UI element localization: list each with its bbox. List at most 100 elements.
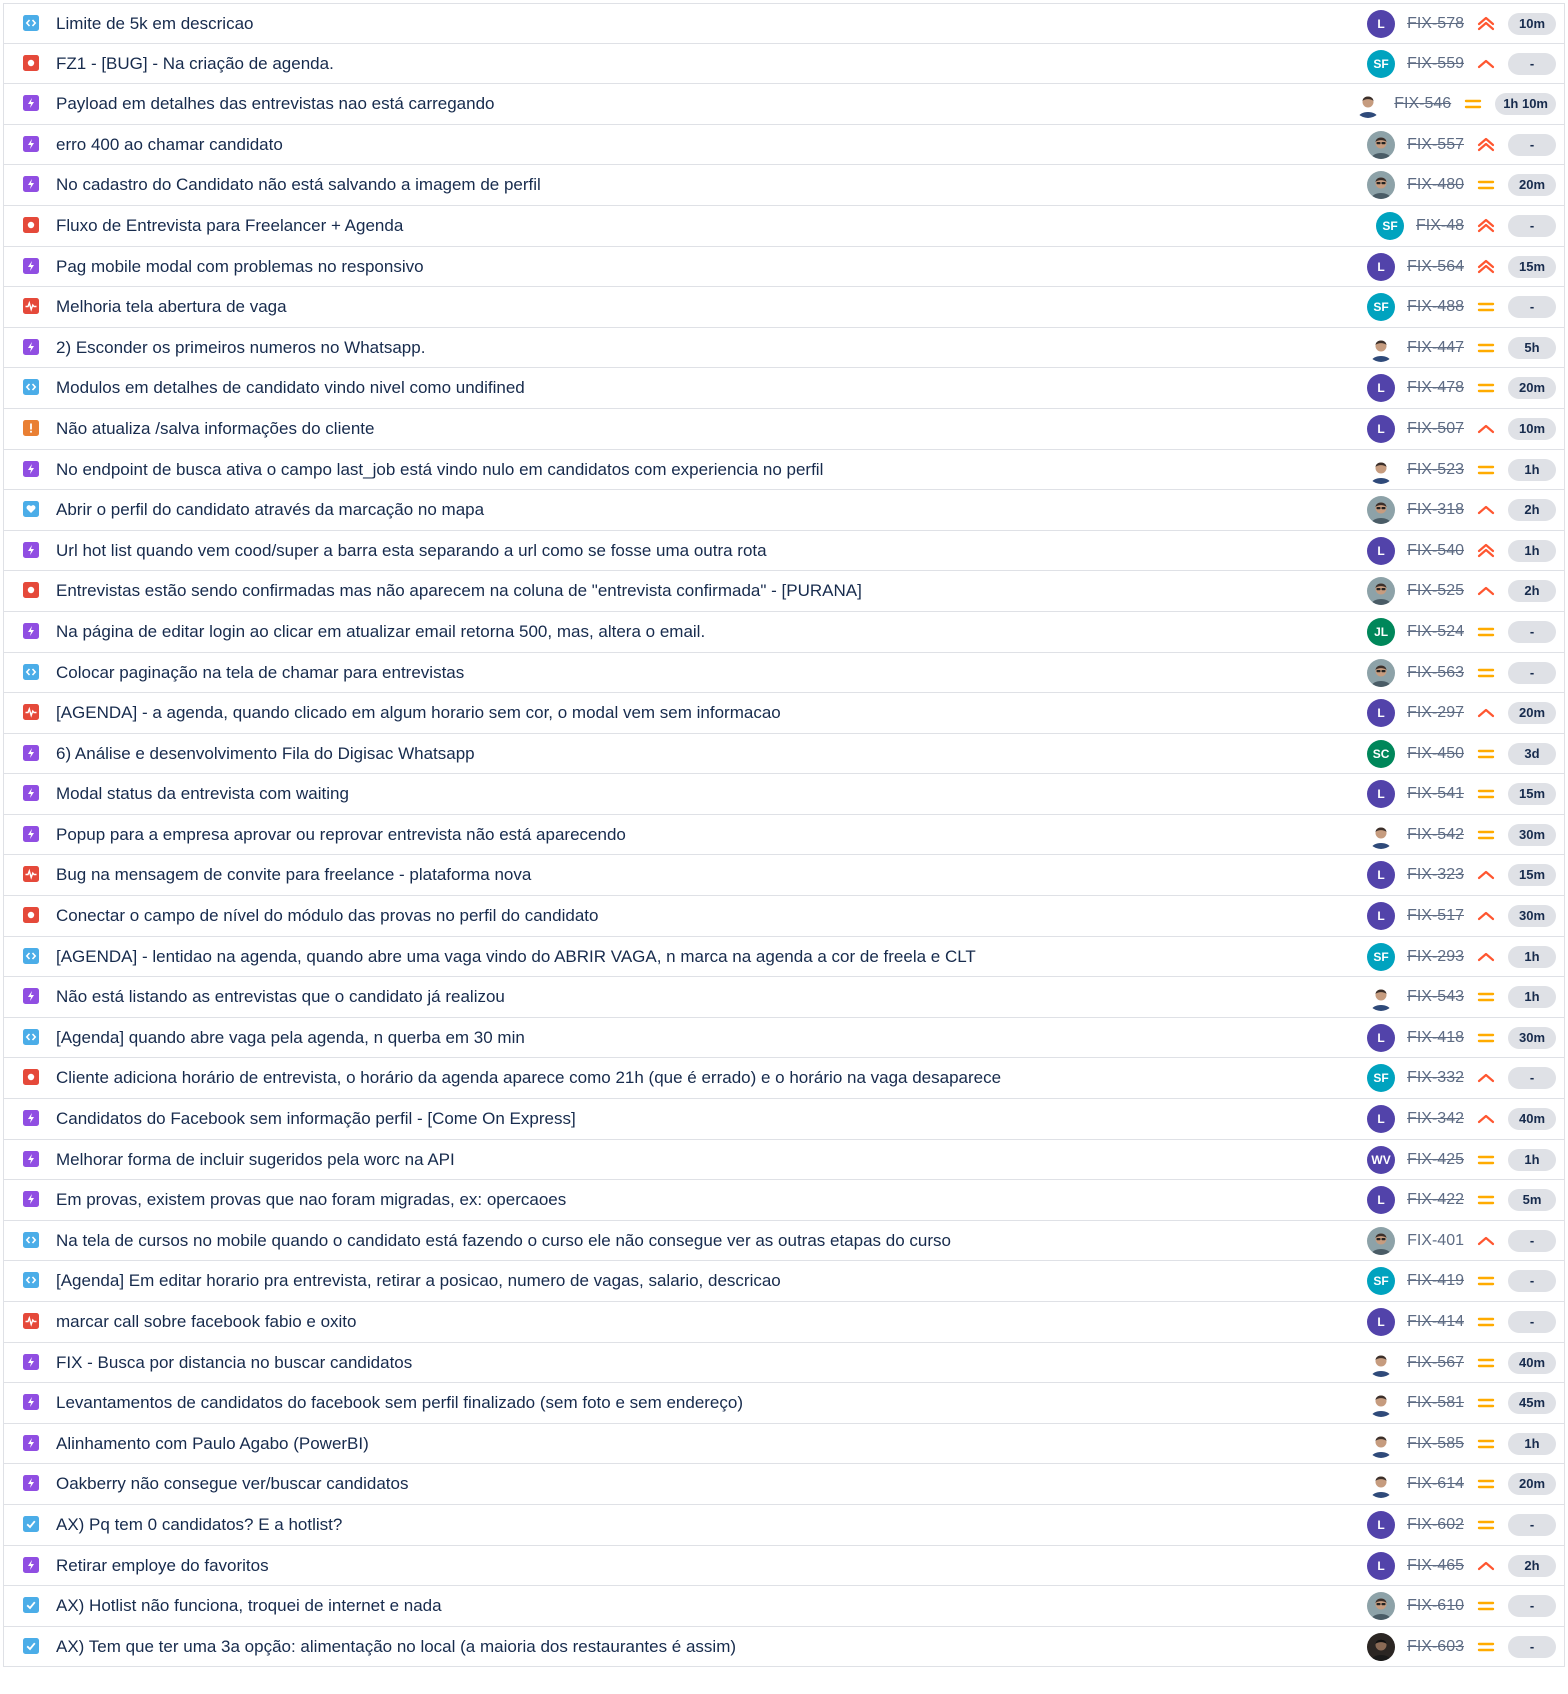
issue-key[interactable]: FIX-414 — [1407, 1313, 1464, 1331]
issue-summary[interactable]: FZ1 - [BUG] - Na criação de agenda. — [56, 44, 334, 84]
issue-summary[interactable]: Popup para a empresa aprovar ou reprovar… — [56, 815, 626, 855]
issue-row[interactable]: Pag mobile modal com problemas no respon… — [3, 246, 1565, 288]
issue-row[interactable]: Retirar employe do favoritos L FIX-465 2h — [3, 1545, 1565, 1587]
avatar-initials[interactable]: WV — [1367, 1145, 1396, 1174]
avatar-initials[interactable]: L — [1367, 780, 1396, 809]
avatar-photo[interactable] — [1367, 455, 1396, 484]
issue-summary[interactable]: Limite de 5k em descricao — [56, 4, 253, 44]
avatar-initials[interactable]: L — [1367, 10, 1396, 38]
issue-summary[interactable]: Pag mobile modal com problemas no respon… — [56, 247, 424, 287]
issue-row[interactable]: Cliente adiciona horário de entrevista, … — [3, 1058, 1565, 1100]
issue-summary[interactable]: AX) Hotlist não funciona, troquei de int… — [56, 1586, 442, 1626]
issue-summary[interactable]: 2) Esconder os primeiros numeros no What… — [56, 328, 425, 368]
issue-row[interactable]: AX) Pq tem 0 candidatos? E a hotlist? L FI… — [3, 1504, 1565, 1546]
avatar-photo[interactable] — [1367, 496, 1396, 525]
avatar-photo[interactable] — [1367, 983, 1396, 1012]
issue-key[interactable]: FIX-524 — [1407, 623, 1464, 641]
issue-row[interactable]: Oakberry não consegue ver/buscar candida… — [3, 1464, 1565, 1505]
issue-row[interactable]: Na página de editar login ao clicar em a… — [3, 611, 1565, 653]
issue-summary[interactable]: Melhoria tela abertura de vaga — [56, 287, 287, 327]
issue-row[interactable]: erro 400 ao chamar candidato FIX-557 - — [3, 124, 1565, 166]
avatar-photo[interactable] — [1367, 1632, 1396, 1661]
avatar-initials[interactable]: L — [1367, 1105, 1396, 1134]
issue-summary[interactable]: Candidatos do Facebook sem informação pe… — [56, 1099, 576, 1139]
issue-key[interactable]: FIX-581 — [1407, 1394, 1464, 1412]
issue-summary[interactable]: Não está listando as entrevistas que o c… — [56, 977, 505, 1017]
issue-row[interactable]: Em provas, existem provas que nao foram … — [3, 1180, 1565, 1221]
avatar-initials[interactable]: L — [1367, 374, 1396, 403]
issue-summary[interactable]: Melhorar forma de incluir sugeridos pela… — [56, 1140, 455, 1180]
issue-key[interactable]: FIX-517 — [1407, 907, 1464, 925]
issue-summary[interactable]: Cliente adiciona horário de entrevista, … — [56, 1058, 1001, 1098]
issue-summary[interactable]: [AGENDA] - lentidao na agenda, quando ab… — [56, 937, 976, 977]
avatar-initials[interactable]: JL — [1367, 617, 1396, 646]
issue-summary[interactable]: Oakberry não consegue ver/buscar candida… — [56, 1464, 408, 1504]
issue-key[interactable]: FIX-465 — [1407, 1557, 1464, 1575]
issue-key[interactable]: FIX-342 — [1407, 1110, 1464, 1128]
issue-summary[interactable]: [AGENDA] - a agenda, quando clicado em a… — [56, 693, 781, 733]
issue-summary[interactable]: Bug na mensagem de convite para freelanc… — [56, 855, 531, 895]
issue-summary[interactable]: No endpoint de busca ativa o campo last_… — [56, 450, 823, 490]
issue-summary[interactable]: FIX - Busca por distancia no buscar cand… — [56, 1343, 412, 1383]
issue-row[interactable]: 2) Esconder os primeiros numeros no What… — [3, 327, 1565, 369]
issue-row[interactable]: FZ1 - [BUG] - Na criação de agenda. SF FIX… — [3, 43, 1565, 85]
issue-summary[interactable]: [Agenda] Em editar horario pra entrevist… — [56, 1261, 781, 1301]
issue-row[interactable]: Não está listando as entrevistas que o c… — [3, 977, 1565, 1018]
avatar-photo[interactable] — [1367, 658, 1396, 687]
issue-summary[interactable]: [Agenda] quando abre vaga pela agenda, n… — [56, 1018, 525, 1058]
issue-key[interactable]: FIX-48 — [1416, 217, 1464, 235]
issue-row[interactable]: [Agenda] Em editar horario pra entrevist… — [3, 1261, 1565, 1302]
issue-row[interactable]: Modal status da entrevista com waiting L F… — [3, 774, 1565, 815]
issue-summary[interactable]: Em provas, existem provas que nao foram … — [56, 1180, 566, 1220]
avatar-photo[interactable] — [1367, 1429, 1396, 1458]
issue-key[interactable]: FIX-318 — [1407, 501, 1464, 519]
issue-row[interactable]: AX) Hotlist não funciona, troquei de int… — [3, 1586, 1565, 1627]
avatar-photo[interactable] — [1367, 1348, 1396, 1377]
avatar-initials[interactable]: SF — [1367, 1267, 1396, 1296]
issue-key[interactable]: FIX-419 — [1407, 1272, 1464, 1290]
avatar-photo[interactable] — [1367, 1226, 1396, 1255]
avatar-initials[interactable]: L — [1367, 1551, 1396, 1580]
issue-key[interactable]: FIX-401 — [1407, 1232, 1464, 1250]
issue-summary[interactable]: Payload em detalhes das entrevistas nao … — [56, 84, 495, 124]
issue-summary[interactable]: AX) Pq tem 0 candidatos? E a hotlist? — [56, 1505, 342, 1545]
issue-key[interactable]: FIX-602 — [1407, 1516, 1464, 1534]
issue-row[interactable]: marcar call sobre facebook fabio e oxito… — [3, 1302, 1565, 1343]
issue-summary[interactable]: Colocar paginação na tela de chamar para… — [56, 653, 464, 693]
issue-summary[interactable]: Modulos em detalhes de candidato vindo n… — [56, 368, 525, 408]
avatar-initials[interactable]: L — [1367, 1186, 1396, 1215]
issue-key[interactable]: FIX-585 — [1407, 1435, 1464, 1453]
issue-row[interactable]: Levantamentos de candidatos do facebook … — [3, 1383, 1565, 1424]
issue-key[interactable]: FIX-578 — [1407, 15, 1464, 33]
issue-key[interactable]: FIX-614 — [1407, 1475, 1464, 1493]
issue-key[interactable]: FIX-546 — [1394, 95, 1451, 113]
issue-summary[interactable]: Na tela de cursos no mobile quando o can… — [56, 1221, 951, 1261]
issue-key[interactable]: FIX-488 — [1407, 298, 1464, 316]
issue-key[interactable]: FIX-480 — [1407, 176, 1464, 194]
issue-row[interactable]: Payload em detalhes das entrevistas nao … — [3, 84, 1565, 125]
issue-row[interactable]: Popup para a empresa aprovar ou reprovar… — [3, 814, 1565, 856]
issue-summary[interactable]: Entrevistas estão sendo confirmadas mas … — [56, 571, 862, 611]
issue-key[interactable]: FIX-543 — [1407, 988, 1464, 1006]
issue-key[interactable]: FIX-293 — [1407, 948, 1464, 966]
avatar-photo[interactable] — [1367, 333, 1396, 362]
issue-row[interactable]: Melhoria tela abertura de vaga SF FIX-488 - — [3, 287, 1565, 328]
avatar-initials[interactable]: SF — [1367, 1064, 1396, 1093]
issue-key[interactable]: FIX-332 — [1407, 1069, 1464, 1087]
issue-row[interactable]: [Agenda] quando abre vaga pela agenda, n… — [3, 1017, 1565, 1059]
issue-key[interactable]: FIX-425 — [1407, 1151, 1464, 1169]
avatar-initials[interactable]: L — [1367, 252, 1396, 281]
issue-row[interactable]: FIX - Busca por distancia no buscar cand… — [3, 1342, 1565, 1384]
issue-summary[interactable]: Modal status da entrevista com waiting — [56, 774, 349, 814]
issue-key[interactable]: FIX-610 — [1407, 1597, 1464, 1615]
avatar-initials[interactable]: SF — [1367, 293, 1396, 322]
issue-row[interactable]: Candidatos do Facebook sem informação pe… — [3, 1099, 1565, 1140]
avatar-initials[interactable]: L — [1367, 699, 1396, 728]
issue-key[interactable]: FIX-450 — [1407, 745, 1464, 763]
issue-row[interactable]: Fluxo de Entrevista para Freelancer + Ag… — [3, 205, 1565, 247]
issue-summary[interactable]: Fluxo de Entrevista para Freelancer + Ag… — [56, 206, 403, 246]
avatar-initials[interactable]: L — [1367, 1308, 1396, 1336]
issue-key[interactable]: FIX-418 — [1407, 1029, 1464, 1047]
issue-row[interactable]: Bug na mensagem de convite para freelanc… — [3, 855, 1565, 897]
avatar-photo[interactable] — [1354, 90, 1383, 119]
